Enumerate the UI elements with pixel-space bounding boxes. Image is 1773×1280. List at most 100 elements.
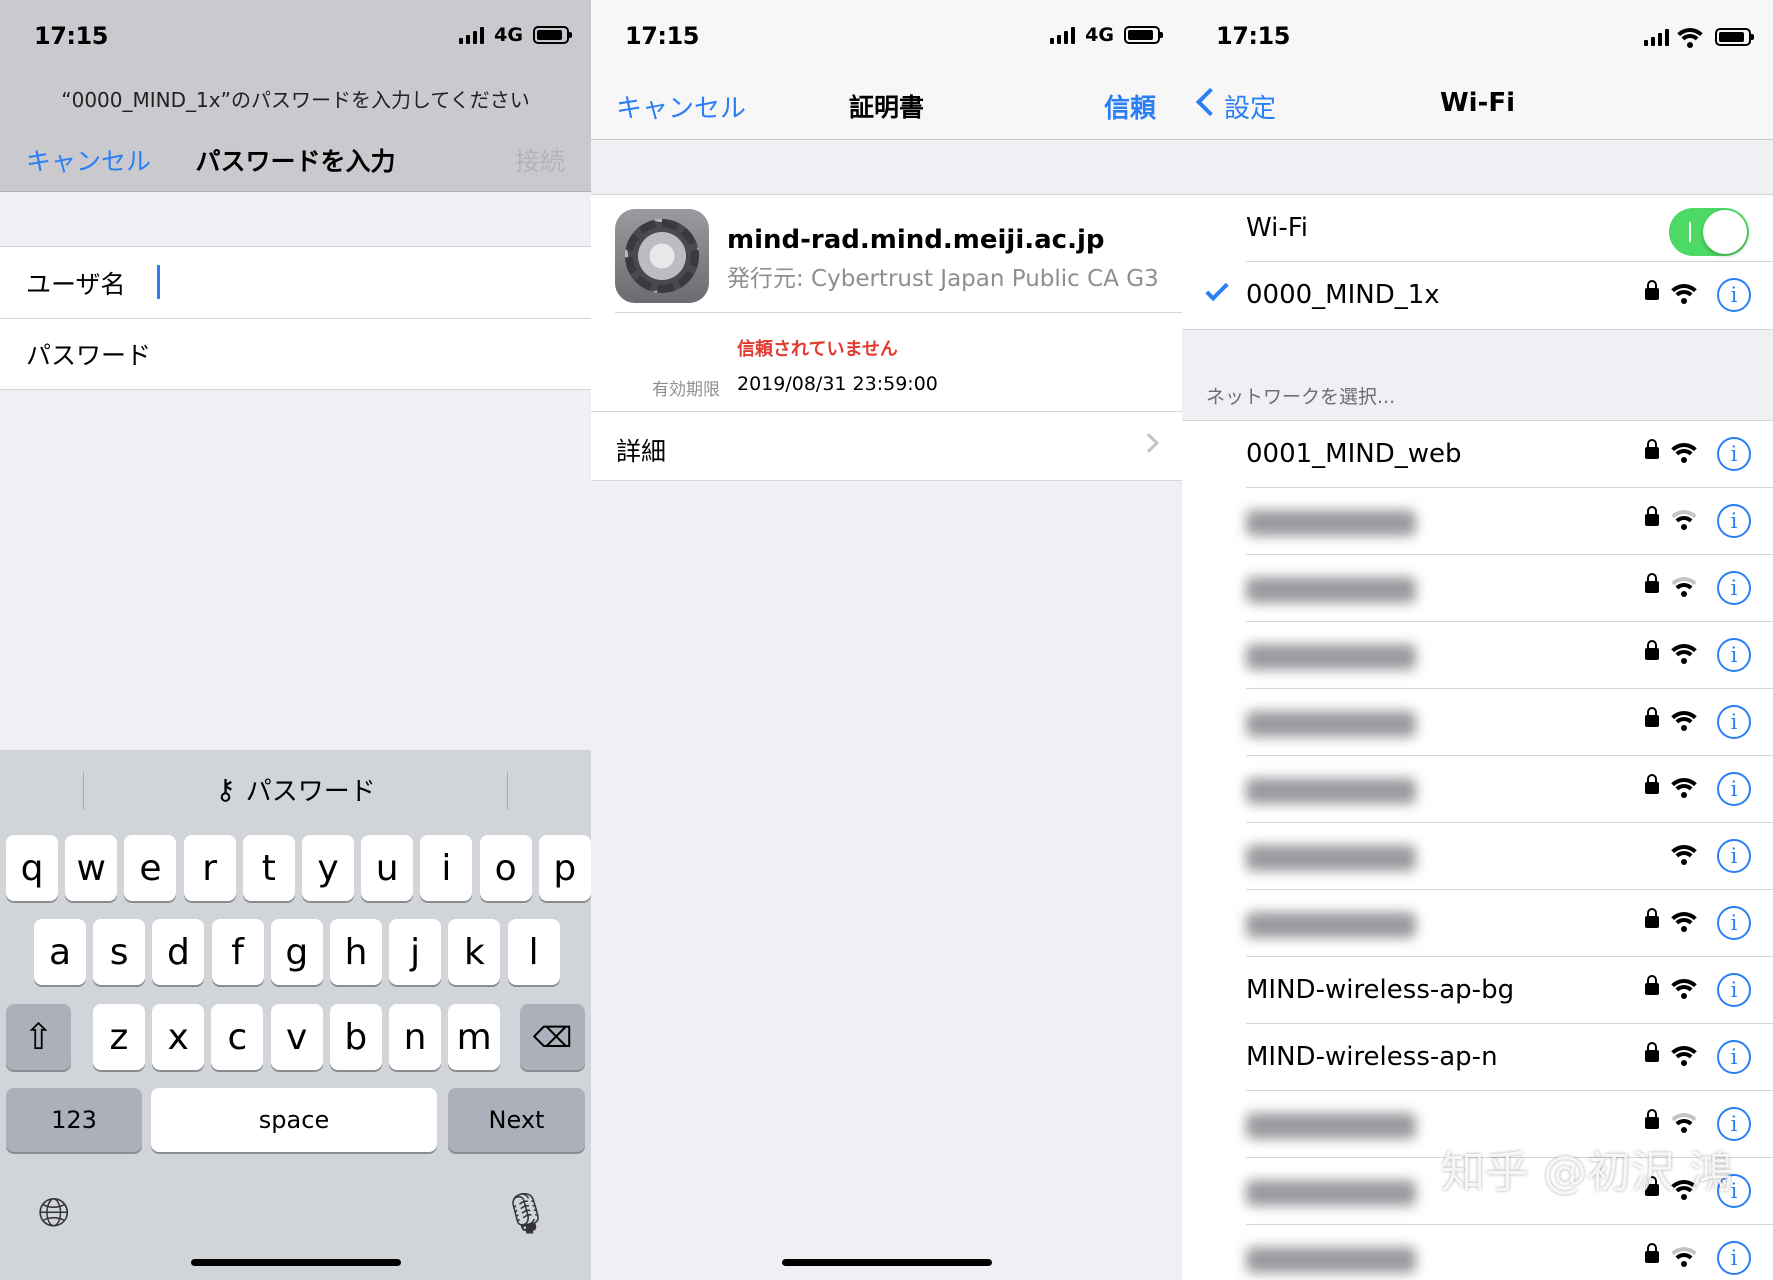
key-x[interactable]: x xyxy=(152,1004,205,1070)
network-row[interactable]: i xyxy=(1182,488,1773,555)
wifi-signal-icon xyxy=(1669,439,1699,465)
key-z[interactable]: z xyxy=(93,1004,145,1070)
delete-key[interactable]: ⌫ xyxy=(520,1004,585,1070)
details-row[interactable]: 詳細 xyxy=(591,411,1182,481)
connected-network-name: 0000_MIND_1x xyxy=(1246,280,1440,310)
info-icon[interactable]: i xyxy=(1717,638,1751,672)
text-cursor xyxy=(157,265,160,299)
key-b[interactable]: b xyxy=(329,1004,382,1070)
key-v[interactable]: v xyxy=(270,1004,323,1070)
signal-icon xyxy=(1050,26,1076,44)
key-o[interactable]: o xyxy=(479,835,532,901)
battery-icon xyxy=(1124,26,1163,44)
info-icon[interactable]: i xyxy=(1717,437,1751,471)
next-key[interactable]: Next xyxy=(448,1088,585,1152)
lock-icon xyxy=(1645,280,1659,300)
connect-button[interactable]: 接続 xyxy=(515,142,565,178)
battery-icon xyxy=(1715,28,1754,46)
key-q[interactable]: q xyxy=(6,835,58,901)
info-icon[interactable]: i xyxy=(1717,504,1751,538)
network-row[interactable]: i xyxy=(1182,823,1773,890)
network-row[interactable]: 0001_MIND_web i xyxy=(1182,421,1773,488)
username-field[interactable]: ユーザ名 xyxy=(0,247,591,318)
info-icon[interactable]: i xyxy=(1717,278,1751,312)
shift-key[interactable]: ⇧ xyxy=(6,1004,71,1070)
info-icon[interactable]: i xyxy=(1717,839,1751,873)
network-row[interactable]: MIND-wireless-ap-bg i xyxy=(1182,957,1773,1024)
key-u[interactable]: u xyxy=(361,835,414,901)
password-suggestion[interactable]: ⚷ パスワード xyxy=(0,750,591,828)
network-row[interactable]: i xyxy=(1182,890,1773,957)
info-icon[interactable]: i xyxy=(1717,906,1751,940)
trust-button[interactable]: 信頼 xyxy=(1104,88,1156,125)
key-y[interactable]: y xyxy=(302,835,354,901)
key-s[interactable]: s xyxy=(93,919,146,985)
password-entry-screen: 17:15 4G “0000_MIND_1x”のパスワードを入力してください キ… xyxy=(0,0,591,1280)
credentials-form: ユーザ名 パスワード xyxy=(0,246,591,390)
key-f[interactable]: f xyxy=(211,919,264,985)
info-icon[interactable]: i xyxy=(1717,973,1751,1007)
status-bar: 17:15 4G xyxy=(591,0,1182,72)
info-icon[interactable]: i xyxy=(1717,1241,1751,1275)
backspace-icon: ⌫ xyxy=(532,1020,573,1054)
key-m[interactable]: m xyxy=(448,1004,501,1070)
network-row[interactable]: MIND-wireless-ap-n i xyxy=(1182,1024,1773,1091)
key-i[interactable]: i xyxy=(420,835,473,901)
key-t[interactable]: t xyxy=(242,835,295,901)
chevron-right-icon xyxy=(1139,433,1159,453)
wifi-label: Wi-Fi xyxy=(1246,213,1309,243)
lock-icon xyxy=(1645,506,1659,526)
details-label: 詳細 xyxy=(616,437,667,466)
key-l[interactable]: l xyxy=(507,919,560,985)
password-field[interactable]: パスワード xyxy=(0,318,591,389)
certificate-screen: 17:15 4G キャンセル 証明書 信頼 mind-rad.mind.meij… xyxy=(591,0,1182,1280)
wifi-toggle[interactable] xyxy=(1669,208,1749,256)
info-icon[interactable]: i xyxy=(1717,571,1751,605)
key-icon: ⚷ xyxy=(215,772,236,806)
key-n[interactable]: n xyxy=(389,1004,441,1070)
certificate-name: mind-rad.mind.meiji.ac.jp xyxy=(727,225,1105,255)
wifi-signal-icon xyxy=(1669,908,1699,934)
key-j[interactable]: j xyxy=(389,919,442,985)
battery-icon xyxy=(533,26,572,44)
wifi-status-icon xyxy=(1675,24,1705,50)
wifi-signal-icon xyxy=(1669,975,1699,1001)
shift-icon: ⇧ xyxy=(23,1016,54,1058)
key-r[interactable]: r xyxy=(183,835,236,901)
key-a[interactable]: a xyxy=(34,919,86,985)
network-row[interactable]: i xyxy=(1182,1225,1773,1280)
wifi-signal-icon xyxy=(1669,1243,1699,1269)
microphone-icon[interactable]: 🎙︎ xyxy=(500,1190,551,1237)
certificate-card: mind-rad.mind.meiji.ac.jp 発行元: Cybertrus… xyxy=(591,194,1182,411)
network-row[interactable]: i xyxy=(1182,689,1773,756)
numbers-key[interactable]: 123 xyxy=(6,1088,142,1152)
connected-network-row[interactable]: 0000_MIND_1x i xyxy=(1182,262,1773,329)
key-w[interactable]: w xyxy=(65,835,118,901)
key-h[interactable]: h xyxy=(330,919,382,985)
key-d[interactable]: d xyxy=(152,919,205,985)
status-icons: 4G xyxy=(459,24,572,46)
key-k[interactable]: k xyxy=(448,919,501,985)
info-icon[interactable]: i xyxy=(1717,705,1751,739)
space-key[interactable]: space xyxy=(151,1088,437,1152)
keyboard: ⚷ パスワード qwertyuiop asdfghjkl zxcvbnm 123 s… xyxy=(0,750,591,1280)
certificate-issuer: 発行元: Cybertrust Japan Public CA G3 xyxy=(727,266,1159,292)
globe-icon[interactable]: 🌐︎ xyxy=(38,1190,70,1236)
network-row[interactable]: i xyxy=(1182,756,1773,823)
network-row[interactable]: i xyxy=(1182,622,1773,689)
lock-icon xyxy=(1645,975,1659,995)
info-icon[interactable]: i xyxy=(1717,1040,1751,1074)
wifi-signal-icon xyxy=(1669,280,1699,306)
info-icon[interactable]: i xyxy=(1717,772,1751,806)
key-p[interactable]: p xyxy=(538,835,591,901)
key-c[interactable]: c xyxy=(211,1004,264,1070)
wifi-signal-icon xyxy=(1669,1109,1699,1135)
lock-icon xyxy=(1645,640,1659,660)
key-g[interactable]: g xyxy=(270,919,323,985)
network-name xyxy=(1246,1113,1416,1139)
status-time: 17:15 xyxy=(625,22,699,50)
network-name: MIND-wireless-ap-bg xyxy=(1246,975,1515,1005)
lock-icon xyxy=(1645,1243,1659,1263)
key-e[interactable]: e xyxy=(124,835,177,901)
network-row[interactable]: i xyxy=(1182,555,1773,622)
